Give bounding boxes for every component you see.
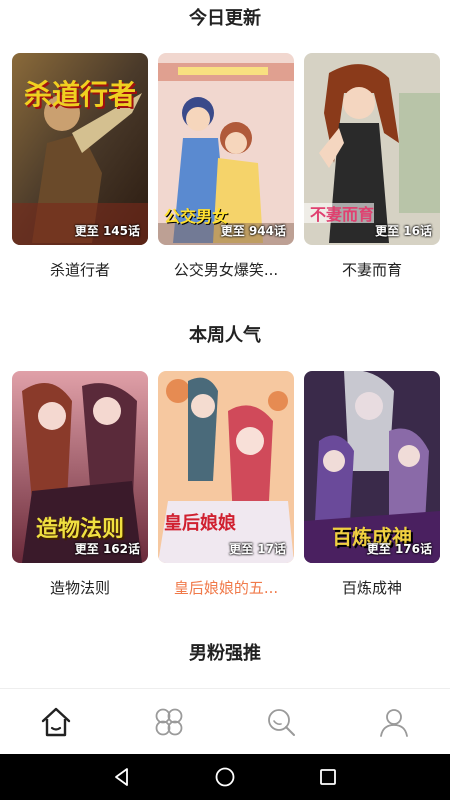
comic-card[interactable]: 杀道行者 更至 145话 杀道行者 bbox=[12, 53, 148, 280]
content-feed[interactable]: 今日更新 杀道行者 更至 145话 杀道行者 公交男女 更至 944话 公交男女… bbox=[0, 0, 450, 688]
comic-cover[interactable]: 百炼成神 更至 176话 bbox=[304, 371, 440, 563]
episode-badge: 更至 944话 bbox=[220, 224, 286, 238]
comic-cover[interactable]: 造物法则 更至 162话 bbox=[12, 371, 148, 563]
nav-back-button[interactable] bbox=[102, 757, 142, 797]
home-circle-icon bbox=[215, 767, 235, 787]
comic-title: 公交男女爆笑... bbox=[173, 261, 279, 279]
episode-badge: 更至 176话 bbox=[366, 542, 432, 556]
comic-card[interactable]: 皇后娘娘 更至 17话 皇后娘娘的五... bbox=[158, 371, 294, 598]
category-icon bbox=[155, 708, 183, 735]
comic-title: 皇后娘娘的五... bbox=[173, 579, 279, 597]
cover-art-title: 杀道行者 bbox=[23, 78, 136, 111]
episode-badge: 更至 145话 bbox=[74, 224, 140, 238]
cover-art-title: 造物法则 bbox=[35, 516, 124, 542]
search-icon bbox=[268, 708, 296, 736]
comic-title: 杀道行者 bbox=[49, 261, 110, 279]
back-icon bbox=[114, 768, 128, 786]
nav-recents-button[interactable] bbox=[308, 757, 348, 797]
nav-home-button[interactable] bbox=[205, 757, 245, 797]
comic-card[interactable]: 公交男女 更至 944话 公交男女爆笑... bbox=[158, 53, 294, 280]
bottom-tab-bar bbox=[0, 688, 450, 754]
profile-icon bbox=[379, 708, 408, 737]
comic-card[interactable]: 造物法则 更至 162话 造物法则 bbox=[12, 371, 148, 598]
cover-art-title: 皇后娘娘 bbox=[164, 513, 236, 534]
comic-cover[interactable]: 杀道行者 更至 145话 bbox=[12, 53, 148, 245]
comic-card[interactable]: 百炼成神 更至 176话 百炼成神 bbox=[304, 371, 440, 598]
comic-card[interactable]: 不妻而育 更至 16话 不妻而育 bbox=[304, 53, 440, 280]
episode-badge: 更至 162话 bbox=[74, 542, 140, 556]
comic-cover[interactable]: 不妻而育 更至 16话 bbox=[304, 53, 440, 245]
tab-category[interactable] bbox=[139, 697, 199, 747]
comic-title: 造物法则 bbox=[49, 579, 110, 597]
tab-profile[interactable] bbox=[364, 697, 424, 747]
episode-badge: 更至 17话 bbox=[229, 542, 286, 556]
comic-title: 百炼成神 bbox=[341, 579, 402, 597]
app-screen: 今日更新 杀道行者 更至 145话 杀道行者 公交男女 更至 944话 公交男女… bbox=[0, 0, 450, 800]
tab-home[interactable] bbox=[26, 697, 86, 747]
system-navigation-bar bbox=[0, 754, 450, 800]
comic-cover[interactable]: 公交男女 更至 944话 bbox=[158, 53, 294, 245]
comic-title: 不妻而育 bbox=[341, 261, 402, 279]
recents-icon bbox=[320, 769, 337, 785]
tab-search[interactable] bbox=[251, 697, 311, 747]
section-title-today-updates: 今日更新 bbox=[189, 8, 261, 29]
episode-badge: 更至 16话 bbox=[375, 224, 432, 238]
section-title-weekly-popular: 本周人气 bbox=[189, 325, 261, 346]
home-icon bbox=[42, 707, 71, 736]
section-title-male-fans-recommend: 男粉强推 bbox=[189, 643, 261, 664]
comic-cover[interactable]: 皇后娘娘 更至 17话 bbox=[158, 371, 294, 563]
